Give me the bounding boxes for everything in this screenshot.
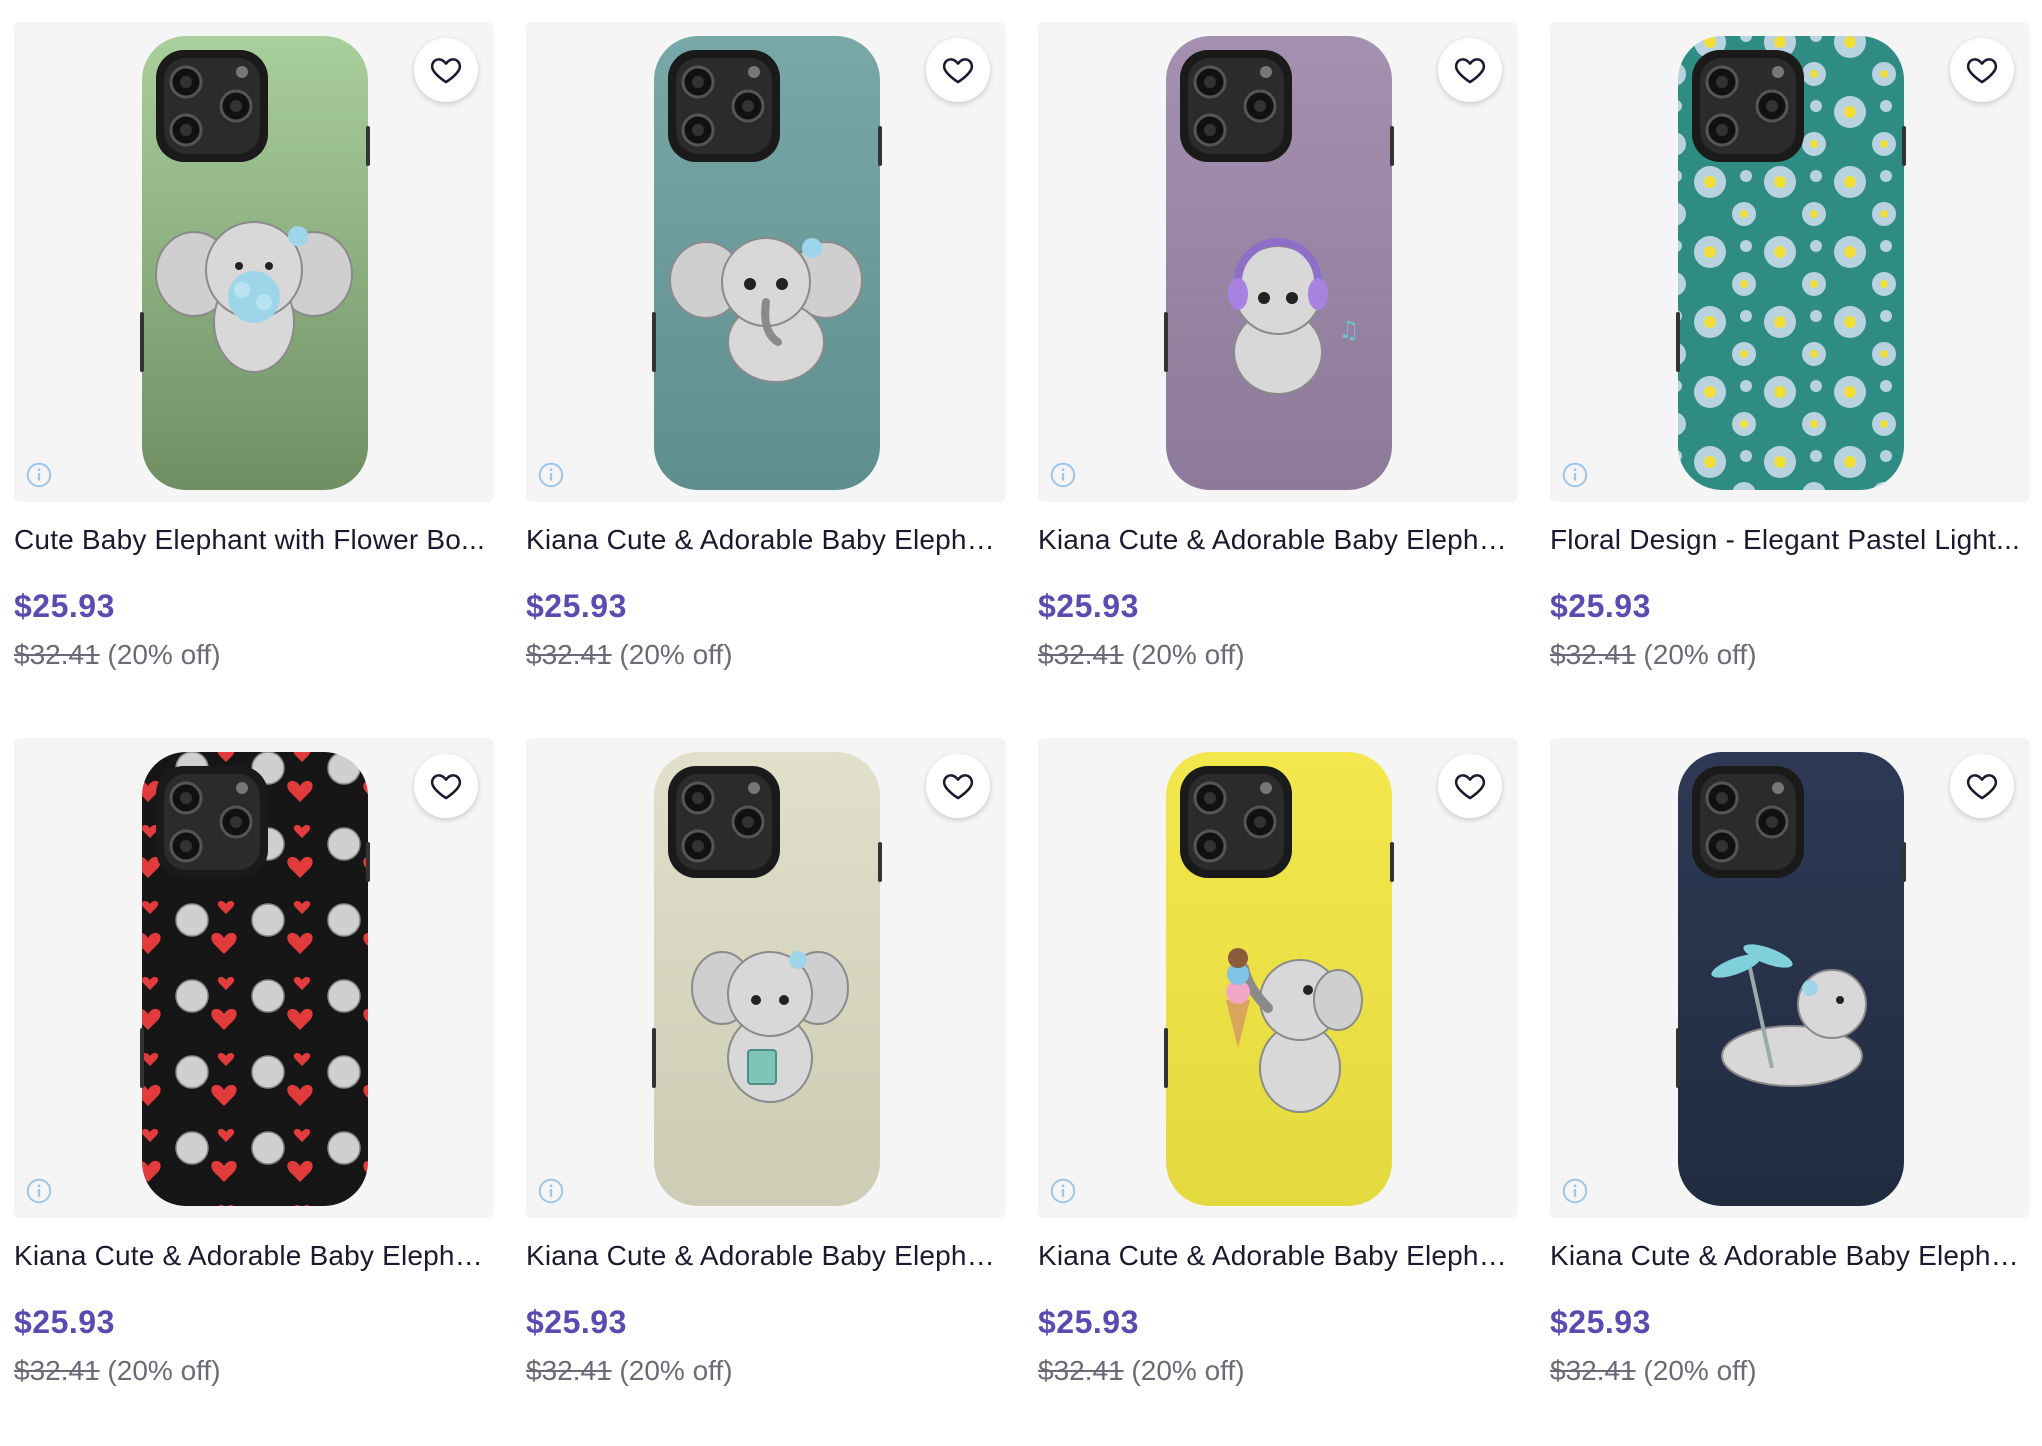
heart-outline-icon <box>430 58 462 84</box>
product-card[interactable]: Kiana Cute & Adorable Baby Elepha... $25… <box>14 738 494 1414</box>
heart-outline-icon <box>1454 774 1486 800</box>
product-title[interactable]: Kiana Cute & Adorable Baby Elepha... <box>14 1240 494 1272</box>
product-image[interactable] <box>1550 22 2030 502</box>
original-price: $32.41 <box>1550 1355 1636 1386</box>
favorite-button[interactable] <box>414 38 478 102</box>
discount-label: (20% off) <box>107 639 221 670</box>
product-image[interactable] <box>526 22 1006 502</box>
product-title[interactable]: Floral Design - Elegant Pastel Light... <box>1550 524 2030 556</box>
product-card[interactable]: Cute Baby Elephant with Flower Bo... $25… <box>14 22 494 698</box>
original-price: $32.41 <box>14 639 100 670</box>
product-card[interactable]: Kiana Cute & Adorable Baby Elepha... $25… <box>1038 738 1518 1414</box>
original-price-line: $32.41 (20% off) <box>1038 639 1518 671</box>
original-price: $32.41 <box>14 1355 100 1386</box>
svg-text:♫: ♫ <box>1338 316 1360 344</box>
discount-label: (20% off) <box>619 639 733 670</box>
product-image[interactable] <box>1038 738 1518 1218</box>
info-icon[interactable] <box>1048 1176 1078 1206</box>
info-icon[interactable] <box>1560 460 1590 490</box>
discount-label: (20% off) <box>1131 1355 1245 1386</box>
sale-price: $25.93 <box>1038 588 1139 624</box>
original-price: $32.41 <box>1038 639 1124 670</box>
info-icon[interactable] <box>536 1176 566 1206</box>
product-image[interactable] <box>14 22 494 502</box>
favorite-button[interactable] <box>926 38 990 102</box>
discount-label: (20% off) <box>1643 1355 1757 1386</box>
product-title[interactable]: Kiana Cute & Adorable Baby Elepha... <box>1038 524 1518 556</box>
product-image[interactable]: ♫ <box>1038 22 1518 502</box>
sale-price: $25.93 <box>14 588 115 624</box>
heart-outline-icon <box>1966 58 1998 84</box>
favorite-button[interactable] <box>1438 38 1502 102</box>
sale-price: $25.93 <box>1550 588 1651 624</box>
phone-case-image <box>652 752 882 1206</box>
original-price-line: $32.41 (20% off) <box>14 1355 494 1387</box>
favorite-button[interactable] <box>1950 754 2014 818</box>
sale-price: $25.93 <box>1038 1304 1139 1340</box>
discount-label: (20% off) <box>619 1355 733 1386</box>
favorite-button[interactable] <box>1438 754 1502 818</box>
product-image[interactable] <box>526 738 1006 1218</box>
info-icon[interactable] <box>1048 460 1078 490</box>
info-icon[interactable] <box>1560 1176 1590 1206</box>
product-title[interactable]: Cute Baby Elephant with Flower Bo... <box>14 524 494 556</box>
product-card[interactable]: Floral Design - Elegant Pastel Light... … <box>1550 22 2030 698</box>
sale-price: $25.93 <box>526 1304 627 1340</box>
original-price: $32.41 <box>526 639 612 670</box>
phone-case-image: ♫ <box>1164 36 1394 490</box>
heart-outline-icon <box>1454 58 1486 84</box>
product-image[interactable] <box>14 738 494 1218</box>
original-price-line: $32.41 (20% off) <box>526 1355 1006 1387</box>
product-card[interactable]: ♫ Kiana Cute & Adorable Baby Elepha... $… <box>1038 22 1518 698</box>
info-icon[interactable] <box>24 1176 54 1206</box>
heart-outline-icon <box>942 774 974 800</box>
product-title[interactable]: Kiana Cute & Adorable Baby Elepha... <box>1038 1240 1518 1272</box>
discount-label: (20% off) <box>1131 639 1245 670</box>
product-title[interactable]: Kiana Cute & Adorable Baby Elepha... <box>526 1240 1006 1272</box>
product-card[interactable]: Kiana Cute & Adorable Baby Elepha... $25… <box>526 738 1006 1414</box>
favorite-button[interactable] <box>414 754 478 818</box>
original-price: $32.41 <box>526 1355 612 1386</box>
product-image[interactable] <box>1550 738 2030 1218</box>
sale-price: $25.93 <box>14 1304 115 1340</box>
original-price-line: $32.41 (20% off) <box>14 639 494 671</box>
favorite-button[interactable] <box>926 754 990 818</box>
original-price-line: $32.41 (20% off) <box>526 639 1006 671</box>
phone-case-image <box>1676 752 1906 1206</box>
original-price-line: $32.41 (20% off) <box>1550 639 2030 671</box>
sale-price: $25.93 <box>1550 1304 1651 1340</box>
phone-case-image <box>652 36 882 490</box>
heart-outline-icon <box>1966 774 1998 800</box>
original-price: $32.41 <box>1038 1355 1124 1386</box>
phone-case-image <box>1164 752 1394 1206</box>
original-price-line: $32.41 (20% off) <box>1550 1355 2030 1387</box>
phone-case-image <box>1676 36 1906 490</box>
product-title[interactable]: Kiana Cute & Adorable Baby Elepha... <box>526 524 1006 556</box>
phone-case-image <box>140 752 370 1206</box>
product-card[interactable]: Kiana Cute & Adorable Baby Elepha... $25… <box>526 22 1006 698</box>
phone-case-image <box>140 36 370 490</box>
original-price-line: $32.41 (20% off) <box>1038 1355 1518 1387</box>
discount-label: (20% off) <box>107 1355 221 1386</box>
product-title[interactable]: Kiana Cute & Adorable Baby Elepha... <box>1550 1240 2030 1272</box>
info-icon[interactable] <box>24 460 54 490</box>
sale-price: $25.93 <box>526 588 627 624</box>
favorite-button[interactable] <box>1950 38 2014 102</box>
original-price: $32.41 <box>1550 639 1636 670</box>
product-grid: Cute Baby Elephant with Flower Bo... $25… <box>14 22 2030 1414</box>
product-card[interactable]: Kiana Cute & Adorable Baby Elepha... $25… <box>1550 738 2030 1414</box>
discount-label: (20% off) <box>1643 639 1757 670</box>
info-icon[interactable] <box>536 460 566 490</box>
heart-outline-icon <box>430 774 462 800</box>
heart-outline-icon <box>942 58 974 84</box>
